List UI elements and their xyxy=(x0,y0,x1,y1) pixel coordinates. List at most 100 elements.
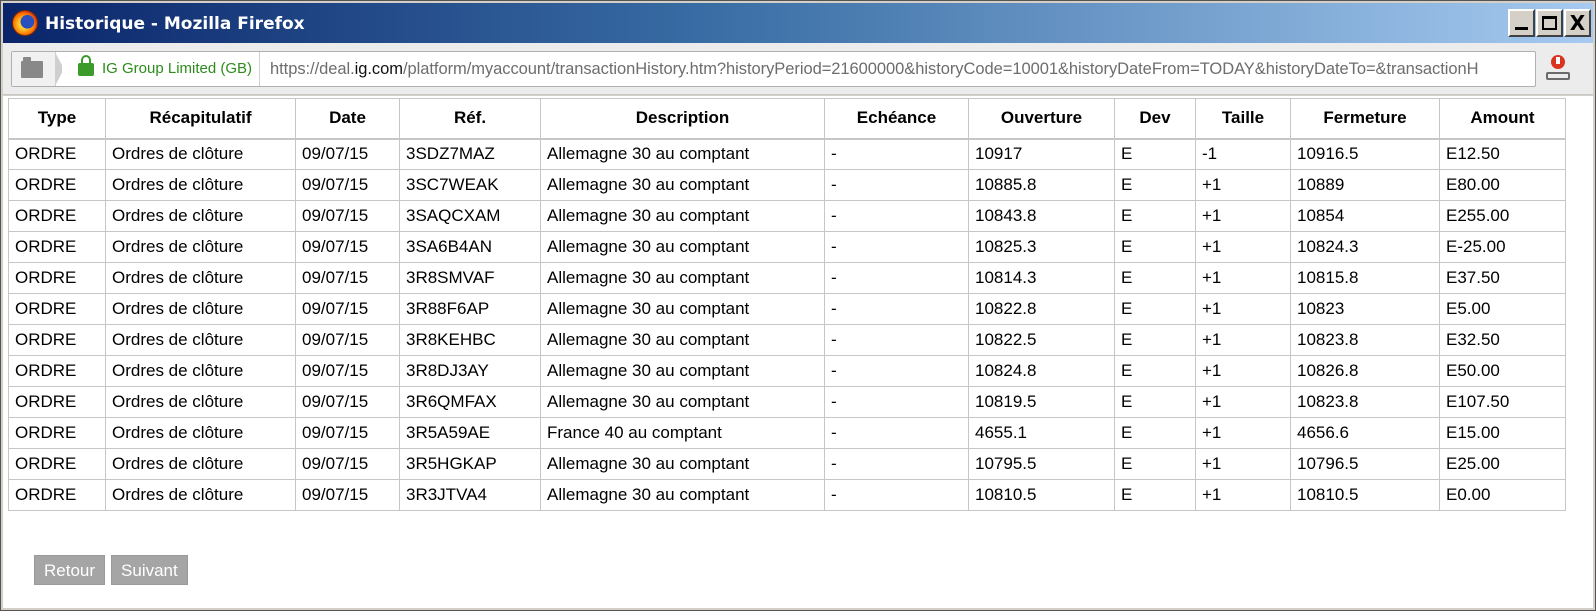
cell-amount: E12.50 xyxy=(1439,138,1566,170)
column-header-fermeture: Fermeture xyxy=(1290,98,1440,140)
column-header-recap: Récapitulatif xyxy=(105,98,296,140)
cell-ref: 3SC7WEAK xyxy=(399,169,541,201)
firefox-icon xyxy=(12,10,38,36)
minimize-button[interactable] xyxy=(1508,9,1535,37)
table-header-row: Type Récapitulatif Date Réf. Description Eché… xyxy=(8,98,1566,140)
cell-amount: E107.50 xyxy=(1439,386,1566,418)
maximize-icon xyxy=(1542,16,1557,30)
url-bar[interactable]: IG Group Limited (GB) https://deal.ig.co… xyxy=(11,51,1536,87)
cell-recap: Ordres de clôture xyxy=(105,355,296,387)
cell-amount: E-25.00 xyxy=(1439,231,1566,263)
page-content: Type Récapitulatif Date Réf. Description Eché… xyxy=(3,96,1593,608)
cell-taille: +1 xyxy=(1195,231,1291,263)
cell-ouverture: 10824.8 xyxy=(968,355,1115,387)
cell-echeance: - xyxy=(824,324,969,356)
table-row[interactable]: ORDRE Ordres de clôture 09/07/15 3SDZ7MAZ Al… xyxy=(8,138,1566,170)
cell-taille: +1 xyxy=(1195,479,1291,511)
cell-dev: E xyxy=(1114,169,1196,201)
cell-echeance: - xyxy=(824,386,969,418)
cell-echeance: - xyxy=(824,231,969,263)
cell-fermeture: 10854 xyxy=(1290,200,1440,232)
cell-date: 09/07/15 xyxy=(295,293,400,325)
cell-description: Allemagne 30 au comptant xyxy=(540,386,825,418)
tray-icon xyxy=(1546,72,1570,80)
table-row[interactable]: ORDRE Ordres de clôture 09/07/15 3R5A59AE Fr… xyxy=(8,417,1566,449)
close-icon: X xyxy=(1569,11,1586,35)
cell-ref: 3R88F6AP xyxy=(399,293,541,325)
site-info-button[interactable] xyxy=(12,52,64,86)
cell-fermeture: 10826.8 xyxy=(1290,355,1440,387)
cell-type: ORDRE xyxy=(8,386,106,418)
cell-fermeture: 4656.6 xyxy=(1290,417,1440,449)
cell-date: 09/07/15 xyxy=(295,231,400,263)
cell-type: ORDRE xyxy=(8,262,106,294)
navigation-bar: IG Group Limited (GB) https://deal.ig.co… xyxy=(3,43,1593,95)
cell-echeance: - xyxy=(824,169,969,201)
maximize-button[interactable] xyxy=(1536,9,1563,37)
cell-fermeture: 10916.5 xyxy=(1290,138,1440,170)
folder-icon xyxy=(21,57,43,78)
cell-recap: Ordres de clôture xyxy=(105,200,296,232)
next-button[interactable]: Suivant xyxy=(111,555,188,585)
url-text[interactable]: https://deal.ig.com/platform/myaccount/t… xyxy=(270,60,1532,79)
table-row[interactable]: ORDRE Ordres de clôture 09/07/15 3R3JTVA4 Al… xyxy=(8,479,1566,511)
column-header-ouverture: Ouverture xyxy=(968,98,1115,140)
column-header-taille: Taille xyxy=(1195,98,1291,140)
table-row[interactable]: ORDRE Ordres de clôture 09/07/15 3R8SMVAF Al… xyxy=(8,262,1566,294)
close-button[interactable]: X xyxy=(1564,9,1591,37)
cell-description: France 40 au comptant xyxy=(540,417,825,449)
back-button[interactable]: Retour xyxy=(34,555,106,585)
table-row[interactable]: ORDRE Ordres de clôture 09/07/15 3SAQCXAM Al… xyxy=(8,200,1566,232)
table-row[interactable]: ORDRE Ordres de clôture 09/07/15 3R88F6AP Al… xyxy=(8,293,1566,325)
cell-dev: E xyxy=(1114,231,1196,263)
cell-description: Allemagne 30 au comptant xyxy=(540,355,825,387)
table-row[interactable]: ORDRE Ordres de clôture 09/07/15 3R6QMFAX Al… xyxy=(8,386,1566,418)
cell-dev: E xyxy=(1114,262,1196,294)
cell-ouverture: 10885.8 xyxy=(968,169,1115,201)
cell-echeance: - xyxy=(824,200,969,232)
table-row[interactable]: ORDRE Ordres de clôture 09/07/15 3SA6B4AN Al… xyxy=(8,231,1566,263)
cell-date: 09/07/15 xyxy=(295,262,400,294)
cell-dev: E xyxy=(1114,417,1196,449)
cell-date: 09/07/15 xyxy=(295,417,400,449)
cell-taille: +1 xyxy=(1195,417,1291,449)
table-row[interactable]: ORDRE Ordres de clôture 09/07/15 3R5HGKAP Al… xyxy=(8,448,1566,480)
cell-date: 09/07/15 xyxy=(295,448,400,480)
minimize-icon xyxy=(1515,27,1528,30)
cell-recap: Ordres de clôture xyxy=(105,417,296,449)
notification-icon[interactable] xyxy=(1543,55,1573,85)
cell-description: Allemagne 30 au comptant xyxy=(540,293,825,325)
cell-date: 09/07/15 xyxy=(295,479,400,511)
cell-description: Allemagne 30 au comptant xyxy=(540,138,825,170)
cell-recap: Ordres de clôture xyxy=(105,479,296,511)
cell-ref: 3R6QMFAX xyxy=(399,386,541,418)
cell-type: ORDRE xyxy=(8,138,106,170)
window-title: Historique - Mozilla Firefox xyxy=(45,14,305,34)
cell-date: 09/07/15 xyxy=(295,355,400,387)
cell-recap: Ordres de clôture xyxy=(105,231,296,263)
cell-dev: E xyxy=(1114,479,1196,511)
cell-type: ORDRE xyxy=(8,355,106,387)
cell-taille: +1 xyxy=(1195,324,1291,356)
cell-fermeture: 10810.5 xyxy=(1290,479,1440,511)
column-header-echeance: Echéance xyxy=(824,98,969,140)
cell-echeance: - xyxy=(824,355,969,387)
browser-window: Historique - Mozilla Firefox X IG Group … xyxy=(0,0,1596,611)
cell-date: 09/07/15 xyxy=(295,386,400,418)
cell-ouverture: 10825.3 xyxy=(968,231,1115,263)
pagination: Retour Suivant xyxy=(34,555,194,585)
cell-ouverture: 10822.8 xyxy=(968,293,1115,325)
cell-taille: -1 xyxy=(1195,138,1291,170)
cell-type: ORDRE xyxy=(8,231,106,263)
column-header-ref: Réf. xyxy=(399,98,541,140)
table-row[interactable]: ORDRE Ordres de clôture 09/07/15 3R8DJ3AY Al… xyxy=(8,355,1566,387)
cell-ref: 3R5HGKAP xyxy=(399,448,541,480)
url-domain: ig.com xyxy=(354,60,403,78)
cell-echeance: - xyxy=(824,448,969,480)
table-row[interactable]: ORDRE Ordres de clôture 09/07/15 3SC7WEAK Al… xyxy=(8,169,1566,201)
cell-recap: Ordres de clôture xyxy=(105,386,296,418)
cell-description: Allemagne 30 au comptant xyxy=(540,479,825,511)
cell-ouverture: 10822.5 xyxy=(968,324,1115,356)
table-row[interactable]: ORDRE Ordres de clôture 09/07/15 3R8KEHBC Al… xyxy=(8,324,1566,356)
site-identity[interactable]: IG Group Limited (GB) xyxy=(62,52,260,86)
